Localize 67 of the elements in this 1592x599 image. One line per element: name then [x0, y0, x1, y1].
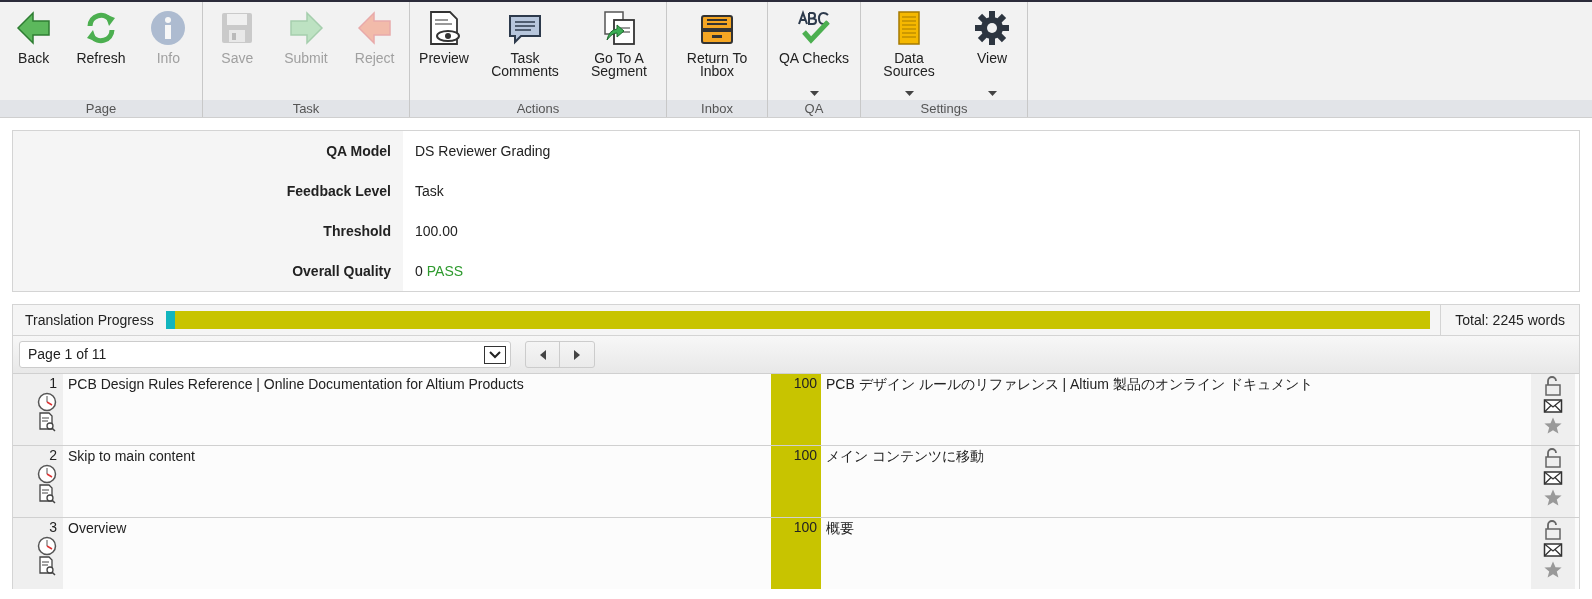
toolbar-button[interactable]: Go To A Segment	[581, 10, 657, 100]
toolbar-button[interactable]: Return To Inbox	[679, 10, 755, 100]
caret-icon	[987, 91, 997, 96]
segment-number: 1	[49, 374, 57, 392]
toolbar-button[interactable]: Refresh	[76, 10, 126, 100]
field-value: Task	[415, 181, 444, 201]
toolbar-button[interactable]: Preview	[419, 10, 469, 100]
segment-number: 2	[49, 446, 57, 464]
source-text: Overview	[68, 520, 127, 536]
field-label: Feedback Level	[286, 181, 391, 201]
total-words: Total: 2245 words	[1440, 305, 1579, 335]
source-text: PCB Design Rules Reference | Online Documentation for Altium Products	[68, 376, 524, 392]
envelope-icon[interactable]	[1543, 468, 1563, 488]
caret-icon	[809, 91, 819, 96]
left-arrow-icon	[15, 10, 52, 46]
toolbar-button[interactable]: Back	[8, 10, 59, 100]
chevron-down-icon	[484, 345, 506, 364]
clock-icon[interactable]	[37, 392, 57, 412]
field-value: 100.00	[415, 221, 458, 241]
group-label: Settings	[861, 100, 1027, 117]
left-arrow-icon	[356, 10, 393, 46]
toolbar-button[interactable]: Task Comments	[487, 10, 563, 100]
group-label: Actions	[410, 100, 666, 117]
document-search-icon[interactable]	[37, 556, 57, 576]
field-label: Overall Quality	[292, 261, 391, 281]
toolbar-button[interactable]: QA Checks	[779, 10, 849, 100]
star-icon[interactable]	[1543, 488, 1563, 508]
clock-icon[interactable]	[37, 464, 57, 484]
left-triangle-icon	[539, 349, 546, 360]
match-score: 100	[771, 374, 821, 445]
unlocked-padlock-icon[interactable]	[1543, 520, 1563, 540]
page-select[interactable]: Page 1 of 11	[19, 341, 511, 368]
info-icon	[150, 10, 187, 46]
group-label: QA	[768, 100, 860, 117]
target-text: 概要	[826, 520, 854, 536]
envelope-icon[interactable]	[1543, 396, 1563, 416]
toolbar-button[interactable]: Data Sources	[871, 10, 947, 100]
field-label: Threshold	[323, 221, 391, 241]
envelope-icon[interactable]	[1543, 540, 1563, 560]
document-search-icon[interactable]	[37, 484, 57, 504]
match-score: 100	[771, 446, 821, 517]
toolbar-button[interactable]: View	[967, 10, 1017, 100]
documents-arrow-icon	[601, 10, 637, 46]
segment-number: 3	[49, 518, 57, 536]
unlocked-padlock-icon[interactable]	[1543, 448, 1563, 468]
group-label: Page	[0, 100, 202, 117]
star-icon[interactable]	[1543, 560, 1563, 580]
group-label: Inbox	[667, 100, 767, 117]
target-text: メイン コンテンツに移動	[826, 448, 984, 464]
clock-icon[interactable]	[37, 536, 57, 556]
group-label: Task	[203, 100, 409, 117]
right-triangle-icon	[574, 349, 580, 360]
spellcheck-icon	[796, 10, 832, 46]
progress-label: Translation Progress	[24, 310, 155, 330]
source-text: Skip to main content	[68, 448, 195, 464]
field-label: QA Model	[326, 141, 391, 161]
match-score: 100	[771, 518, 821, 589]
star-icon[interactable]	[1543, 416, 1563, 436]
document-search-icon[interactable]	[37, 412, 57, 432]
field-value: DS Reviewer Grading	[415, 141, 551, 161]
settings-icon	[974, 10, 1010, 46]
status-text: PASS	[426, 261, 464, 281]
caret-icon	[904, 91, 914, 96]
unlocked-padlock-icon[interactable]	[1543, 376, 1563, 396]
target-text: PCB デザイン ルールのリファレンス | Altium 製品のオンライン ドキュメント	[826, 376, 1313, 392]
field-value: 0	[415, 261, 423, 281]
right-arrow-icon	[288, 10, 324, 46]
